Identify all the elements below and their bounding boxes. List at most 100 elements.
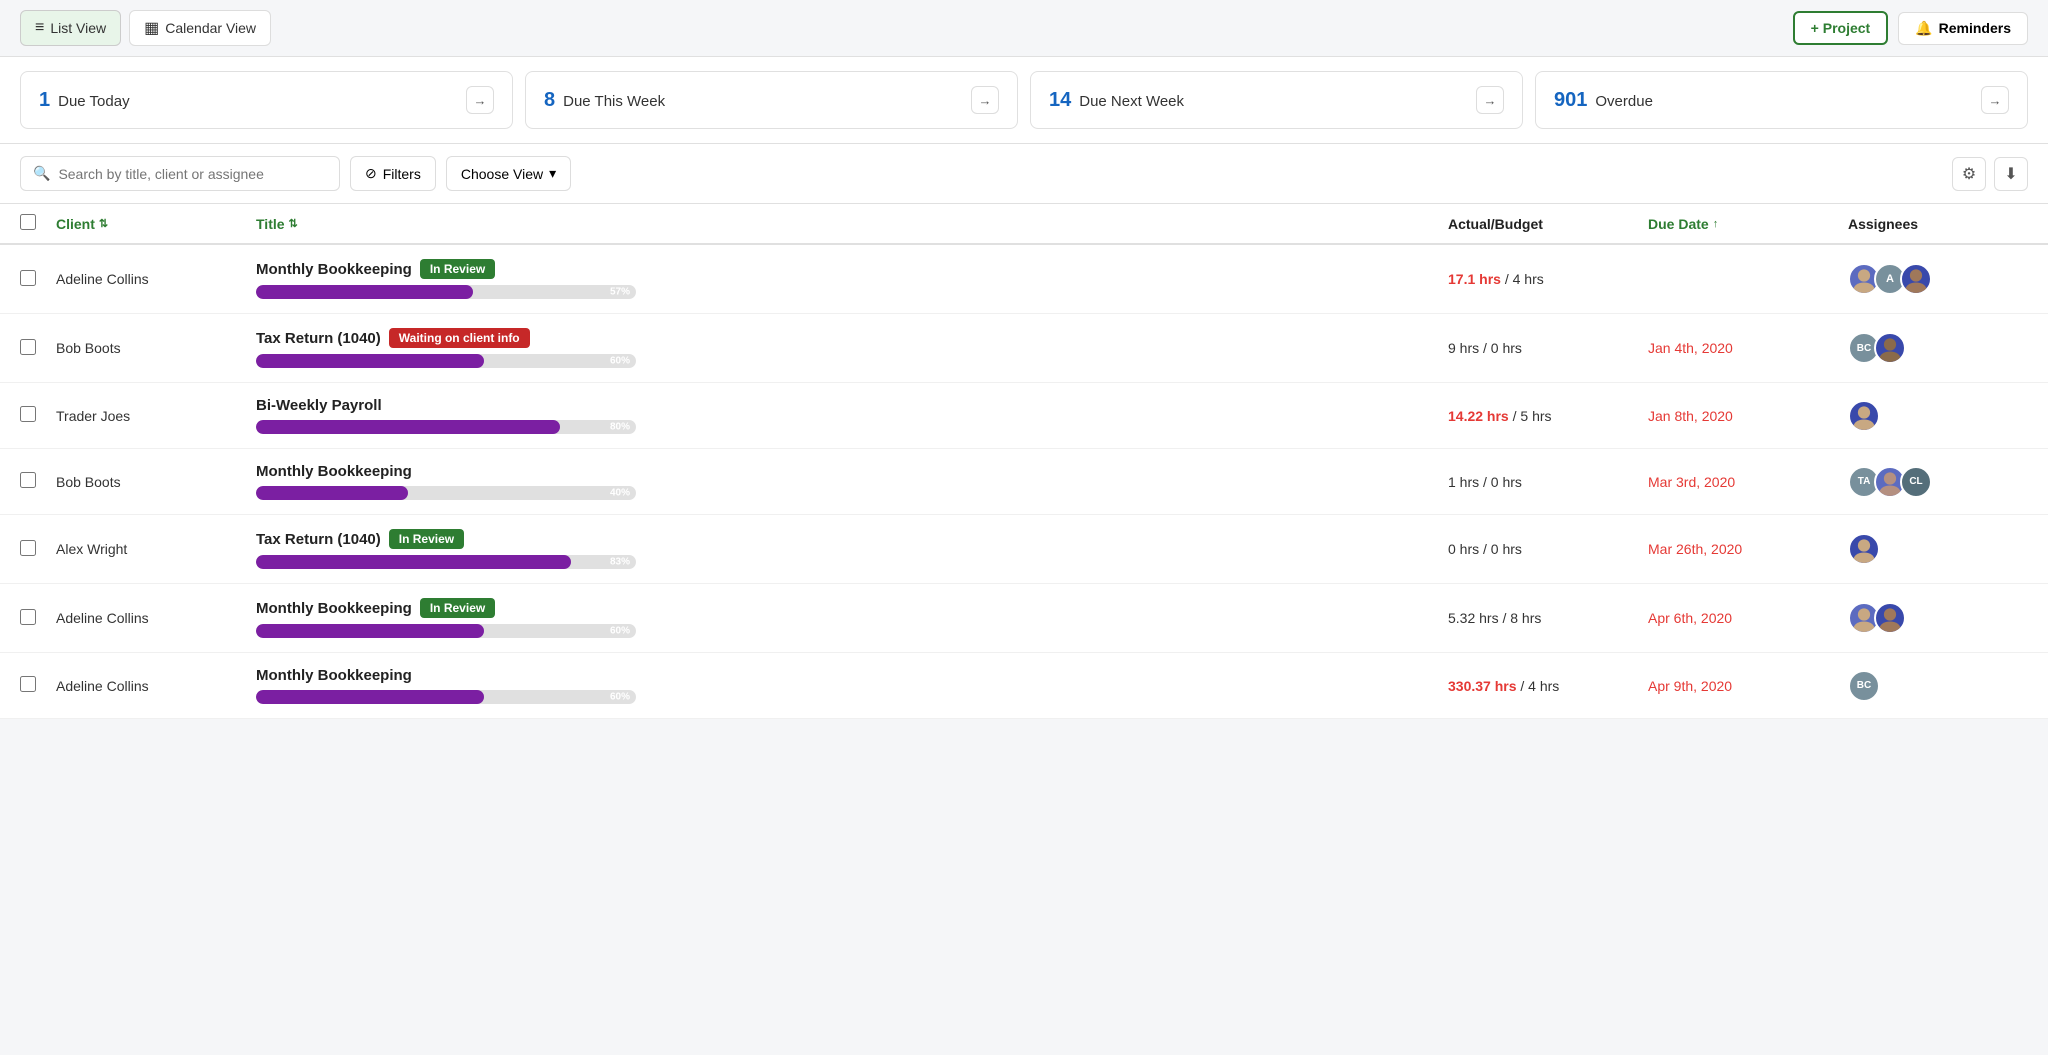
table-row: Bob Boots Tax Return (1040) Waiting on c… (0, 314, 2048, 383)
task-title: Monthly Bookkeeping (256, 667, 412, 684)
assignees-cell (1848, 533, 2028, 565)
assignees-column-header: Assignees (1848, 216, 2028, 232)
bell-icon: 🔔 (1915, 20, 1932, 37)
summary-arrow-button[interactable]: → (1981, 86, 2009, 114)
download-button[interactable]: ⬇ (1994, 157, 2028, 191)
progress-fill (256, 624, 484, 638)
progress-label: 40% (610, 488, 630, 499)
due-date-sort-icon[interactable]: ↑ (1713, 218, 1719, 230)
task-title: Tax Return (1040) (256, 330, 381, 347)
calendar-view-label: Calendar View (165, 20, 256, 36)
client-column-header: Client ⇅ (56, 216, 256, 232)
summary-card-left: 901 Overdue (1554, 89, 1653, 112)
summary-card-2[interactable]: 14 Due Next Week → (1030, 71, 1523, 129)
summary-count: 8 (544, 89, 555, 112)
hours-cell: 14.22 hrs / 5 hrs (1448, 408, 1648, 424)
progress-bar: 60% (256, 354, 636, 368)
avatar (1900, 263, 1932, 295)
table-row: Alex Wright Tax Return (1040) In Review … (0, 515, 2048, 584)
summary-arrow-button[interactable]: → (466, 86, 494, 114)
avatar: CL (1900, 466, 1932, 498)
hours-cell: 0 hrs / 0 hrs (1448, 541, 1648, 557)
settings-button[interactable]: ⚙ (1952, 157, 1986, 191)
progress-label: 80% (610, 422, 630, 433)
task-title: Monthly Bookkeeping (256, 463, 412, 480)
hours-cell: 9 hrs / 0 hrs (1448, 340, 1648, 356)
filters-label: Filters (383, 166, 421, 182)
choose-view-button[interactable]: Choose View ▾ (446, 156, 571, 191)
add-project-button[interactable]: + Project (1793, 11, 1889, 45)
client-name: Adeline Collins (56, 678, 256, 694)
row-checkbox[interactable] (20, 339, 36, 355)
status-badge: In Review (389, 529, 464, 549)
progress-bar: 57% (256, 285, 636, 299)
progress-label: 60% (610, 356, 630, 367)
summary-label: Overdue (1595, 93, 1653, 110)
reminders-btn-label: Reminders (1939, 20, 2011, 36)
filter-icon: ⊘ (365, 165, 377, 182)
hours-cell: 1 hrs / 0 hrs (1448, 474, 1648, 490)
list-view-button[interactable]: ≡ List View (20, 10, 121, 46)
client-name: Bob Boots (56, 340, 256, 356)
status-badge: Waiting on client info (389, 328, 530, 348)
summary-arrow-button[interactable]: → (1476, 86, 1504, 114)
due-date: Mar 26th, 2020 (1648, 541, 1742, 557)
chevron-down-icon: ▾ (549, 165, 556, 182)
toolbar: 🔍 ⊘ Filters Choose View ▾ ⚙ ⬇ (0, 144, 2048, 204)
table-row: Bob Boots Monthly Bookkeeping 40% 1 hrs … (0, 449, 2048, 515)
row-checkbox[interactable] (20, 472, 36, 488)
title-cell: Monthly Bookkeeping In Review 57% (256, 259, 1448, 299)
select-all-checkbox[interactable] (20, 214, 36, 230)
client-name: Trader Joes (56, 408, 256, 424)
title-sort-icon[interactable]: ⇅ (289, 217, 298, 230)
row-checkbox[interactable] (20, 406, 36, 422)
progress-fill (256, 690, 484, 704)
date-cell: Apr 9th, 2020 (1648, 678, 1848, 694)
toolbar-right: ⚙ ⬇ (1952, 157, 2028, 191)
avatar (1848, 533, 1880, 565)
client-name: Bob Boots (56, 474, 256, 490)
progress-fill (256, 420, 560, 434)
table-row: Adeline Collins Monthly Bookkeeping In R… (0, 584, 2048, 653)
assignees-cell: TACL (1848, 466, 2028, 498)
client-name: Adeline Collins (56, 610, 256, 626)
summary-card-0[interactable]: 1 Due Today → (20, 71, 513, 129)
task-title: Tax Return (1040) (256, 531, 381, 548)
client-sort-icon[interactable]: ⇅ (99, 217, 108, 230)
summary-arrow-button[interactable]: → (971, 86, 999, 114)
table-row: Adeline Collins Monthly Bookkeeping In R… (0, 245, 2048, 314)
title-cell: Tax Return (1040) In Review 83% (256, 529, 1448, 569)
progress-label: 60% (610, 692, 630, 703)
summary-label: Due This Week (563, 93, 665, 110)
actual-budget-column-header: Actual/Budget (1448, 216, 1648, 232)
row-checkbox[interactable] (20, 676, 36, 692)
title-column-header: Title ⇅ (256, 216, 1448, 232)
table-body: Adeline Collins Monthly Bookkeeping In R… (0, 245, 2048, 719)
summary-label: Due Next Week (1079, 93, 1184, 110)
filters-button[interactable]: ⊘ Filters (350, 156, 436, 191)
progress-label: 57% (610, 287, 630, 298)
table-row: Trader Joes Bi-Weekly Payroll 80% 14.22 … (0, 383, 2048, 449)
row-checkbox[interactable] (20, 540, 36, 556)
row-checkbox[interactable] (20, 609, 36, 625)
row-checkbox[interactable] (20, 270, 36, 286)
avatar (1874, 332, 1906, 364)
reminders-button[interactable]: 🔔 Reminders (1898, 12, 2028, 45)
progress-fill (256, 354, 484, 368)
summary-card-1[interactable]: 8 Due This Week → (525, 71, 1018, 129)
client-name: Alex Wright (56, 541, 256, 557)
task-title: Monthly Bookkeeping (256, 600, 412, 617)
gear-icon: ⚙ (1962, 164, 1976, 184)
status-badge: In Review (420, 259, 495, 279)
calendar-view-button[interactable]: ▦ Calendar View (129, 10, 271, 46)
progress-fill (256, 285, 473, 299)
date-cell: Mar 26th, 2020 (1648, 541, 1848, 557)
progress-bar: 83% (256, 555, 636, 569)
summary-count: 901 (1554, 89, 1587, 112)
hours-cell: 17.1 hrs / 4 hrs (1448, 271, 1648, 287)
list-view-label: List View (50, 20, 106, 36)
search-input[interactable] (58, 166, 327, 182)
summary-count: 1 (39, 89, 50, 112)
summary-card-3[interactable]: 901 Overdue → (1535, 71, 2028, 129)
search-box[interactable]: 🔍 (20, 156, 340, 191)
